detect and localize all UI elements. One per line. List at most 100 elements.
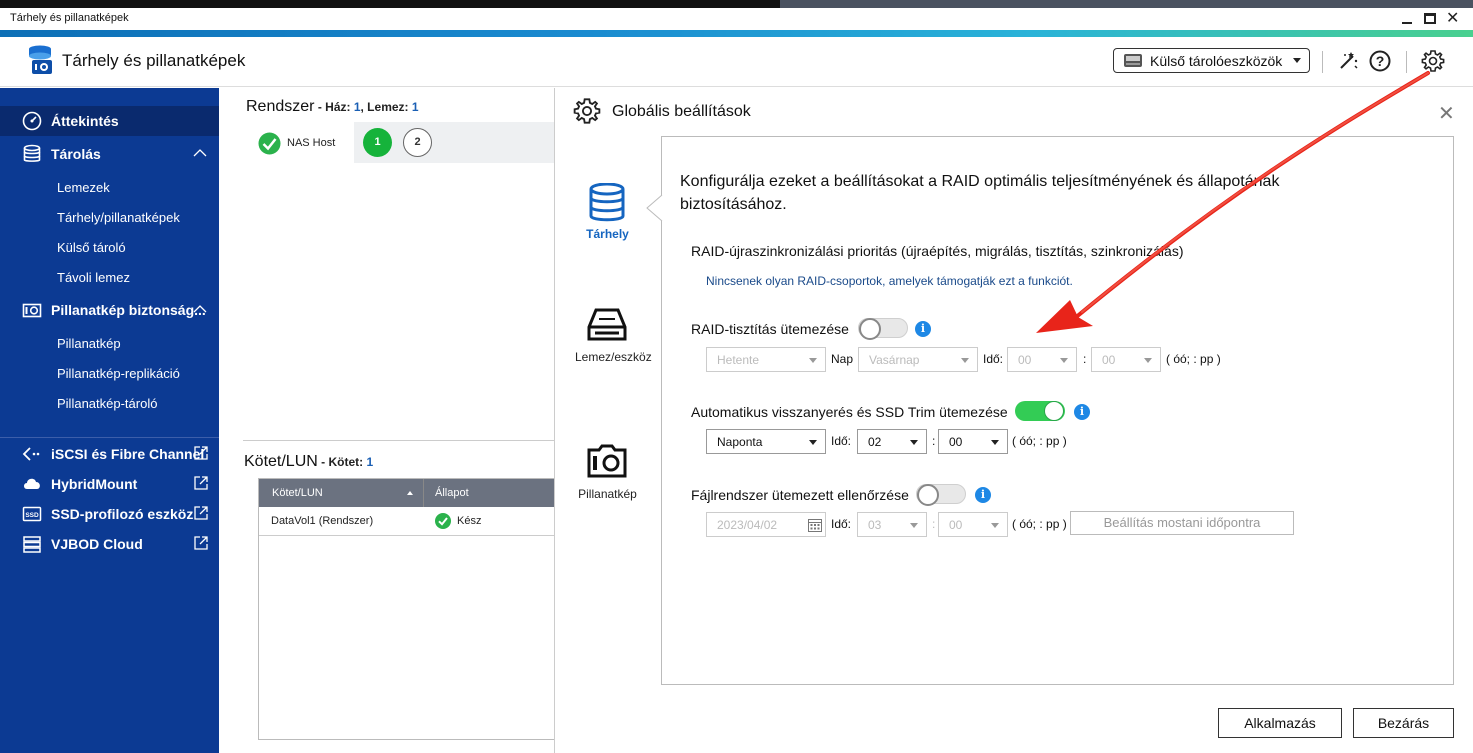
resync-note: Nincsenek olyan RAID-csoportok, amelyek …: [706, 274, 1073, 288]
trim-hour-select[interactable]: 02: [857, 429, 927, 454]
raid-scrub-day-select[interactable]: Vasárnap: [858, 347, 978, 372]
check-circle-icon: [258, 132, 281, 155]
trim-frequency-select[interactable]: Naponta: [706, 429, 826, 454]
select-value: Vasárnap: [869, 353, 920, 367]
fscheck-hour-select[interactable]: 03: [857, 512, 927, 537]
raid-scrub-title: RAID-tisztítás ütemezése: [691, 321, 849, 337]
chevron-down-icon: [1060, 358, 1068, 363]
calendar-icon[interactable]: [808, 518, 822, 532]
fscheck-date-input[interactable]: 2023/04/02: [706, 512, 826, 537]
help-icon[interactable]: ?: [1368, 49, 1392, 73]
time-format-hint: ( óó; : pp ): [1012, 517, 1067, 531]
settings-panel: Konfigurálja ezeket a beállításokat a RA…: [661, 136, 1454, 685]
colon-separator: :: [932, 517, 936, 531]
enclosure-count: 1: [353, 100, 361, 114]
database-icon: [23, 144, 41, 162]
time-label: Idő:: [831, 517, 852, 531]
trim-minute-select[interactable]: 00: [938, 429, 1008, 454]
sidebar-item-overview[interactable]: Áttekintés: [0, 106, 219, 136]
sidebar-item-label: SSD-profilozó eszköz: [51, 506, 194, 522]
sidebar-item-storage-snapshots[interactable]: Tárhely/pillanatképek: [57, 210, 180, 225]
colon-separator: :: [1083, 352, 1087, 366]
sidebar-item-label: iSCSI és Fibre Channel: [51, 446, 205, 462]
sidebar-item-hybridmount[interactable]: HybridMount: [0, 469, 219, 499]
fscheck-title: Fájlrendszer ütemezett ellenőrzése: [691, 487, 909, 503]
tab-snapshot-label: Pillanatkép: [578, 487, 637, 501]
sidebar-item-label: HybridMount: [51, 476, 138, 492]
colon-separator: :: [932, 434, 936, 448]
external-link-icon[interactable]: [194, 506, 208, 520]
minimize-icon[interactable]: [1400, 12, 1414, 26]
column-header-status[interactable]: Állapot: [435, 487, 469, 499]
close-button[interactable]: Bezárás: [1353, 708, 1454, 738]
tab-storage-label: Tárhely: [586, 227, 629, 241]
svg-text:?: ?: [1376, 53, 1385, 69]
disk-slot-1[interactable]: 1: [363, 128, 392, 157]
sidebar-item-storage[interactable]: Tárolás: [0, 139, 219, 169]
sidebar-item-external-storage[interactable]: Külső tároló: [57, 240, 126, 255]
storage-app-logo: [29, 45, 52, 74]
set-current-time-button[interactable]: Beállítás mostani időpontra: [1070, 511, 1294, 535]
volumes-title: Kötet/LUN: [244, 453, 318, 470]
info-icon[interactable]: i: [915, 321, 931, 337]
time-label: Idő:: [983, 352, 1004, 366]
host-bar: NAS Host 1 2: [244, 122, 554, 163]
sidebar-item-snapshot-backup[interactable]: Pillanatkép biztonság...: [0, 295, 219, 325]
time-format-hint: ( óó; : pp ): [1166, 352, 1221, 366]
chevron-up-icon[interactable]: [193, 304, 207, 314]
external-link-icon[interactable]: [194, 476, 208, 490]
window-title: Tárhely és pillanatképek: [10, 12, 129, 24]
system-title: Rendszer: [246, 98, 315, 115]
wand-icon[interactable]: [1336, 49, 1360, 73]
cloud-icon: [24, 478, 40, 489]
sidebar-item-ssd-profiling[interactable]: SSD SSD-profilozó eszköz: [0, 499, 219, 529]
top-stripe: [0, 0, 1473, 8]
sidebar-item-snapshot-replica[interactable]: Pillanatkép-replikáció: [57, 366, 180, 381]
external-devices-dropdown[interactable]: Külső tárolóeszközök: [1113, 48, 1310, 73]
disk-slot-2[interactable]: 2: [403, 128, 432, 157]
sidebar-item-snapshot-vault[interactable]: Pillanatkép-tároló: [57, 396, 157, 411]
raid-scrub-minute-select[interactable]: 00: [1091, 347, 1161, 372]
section-divider: [243, 440, 554, 441]
sort-asc-icon[interactable]: [407, 491, 413, 495]
select-value: 00: [949, 435, 963, 449]
raid-scrub-frequency-select[interactable]: Hetente: [706, 347, 826, 372]
resync-priority-title: RAID-újraszinkronizálási prioritás (újra…: [691, 243, 1184, 259]
fscheck-minute-select[interactable]: 00: [938, 512, 1008, 537]
apply-button[interactable]: Alkalmazás: [1218, 708, 1342, 738]
sidebar-item-remote-disk[interactable]: Távoli lemez: [57, 270, 130, 285]
table-row[interactable]: DataVol1 (Rendszer) Kész: [259, 507, 555, 536]
select-value: Naponta: [717, 435, 763, 449]
sidebar-item-snapshot[interactable]: Pillanatkép: [57, 336, 121, 351]
maximize-icon[interactable]: [1424, 13, 1436, 24]
header-divider: [1406, 51, 1407, 73]
fscheck-toggle[interactable]: [916, 484, 966, 506]
database-icon: [589, 183, 625, 222]
external-link-icon[interactable]: [194, 536, 208, 550]
info-icon[interactable]: i: [975, 487, 991, 503]
close-window-icon[interactable]: ✕: [1446, 11, 1460, 27]
chevron-down-icon: [1293, 58, 1301, 63]
chevron-down-icon: [961, 358, 969, 363]
sidebar-item-label: Pillanatkép biztonság...: [51, 302, 206, 318]
date-value: 2023/04/02: [717, 518, 778, 532]
app-header: Tárhely és pillanatképek Külső tárolóesz…: [0, 37, 1473, 87]
info-icon[interactable]: i: [1074, 404, 1090, 420]
disk-count: 1: [411, 100, 419, 114]
sidebar-item-iscsi[interactable]: iSCSI és Fibre Channel: [0, 439, 219, 469]
sidebar-item-disks[interactable]: Lemezek: [57, 180, 110, 195]
column-divider: [423, 479, 424, 507]
app-title: Tárhely és pillanatképek: [62, 51, 246, 70]
volume-status: Kész: [457, 515, 482, 527]
raid-scrub-toggle[interactable]: [858, 318, 908, 340]
close-icon[interactable]: ✕: [1438, 101, 1455, 126]
chevron-up-icon[interactable]: [193, 148, 207, 158]
select-value: 00: [1102, 353, 1116, 367]
gear-icon[interactable]: [1421, 49, 1445, 73]
raid-scrub-hour-select[interactable]: 00: [1007, 347, 1077, 372]
trim-toggle[interactable]: [1015, 401, 1065, 421]
sidebar-item-vjbod-cloud[interactable]: VJBOD Cloud: [0, 529, 219, 559]
iscsi-icon: [22, 447, 40, 461]
column-header-volume[interactable]: Kötet/LUN: [272, 487, 323, 499]
external-link-icon[interactable]: [194, 446, 208, 460]
